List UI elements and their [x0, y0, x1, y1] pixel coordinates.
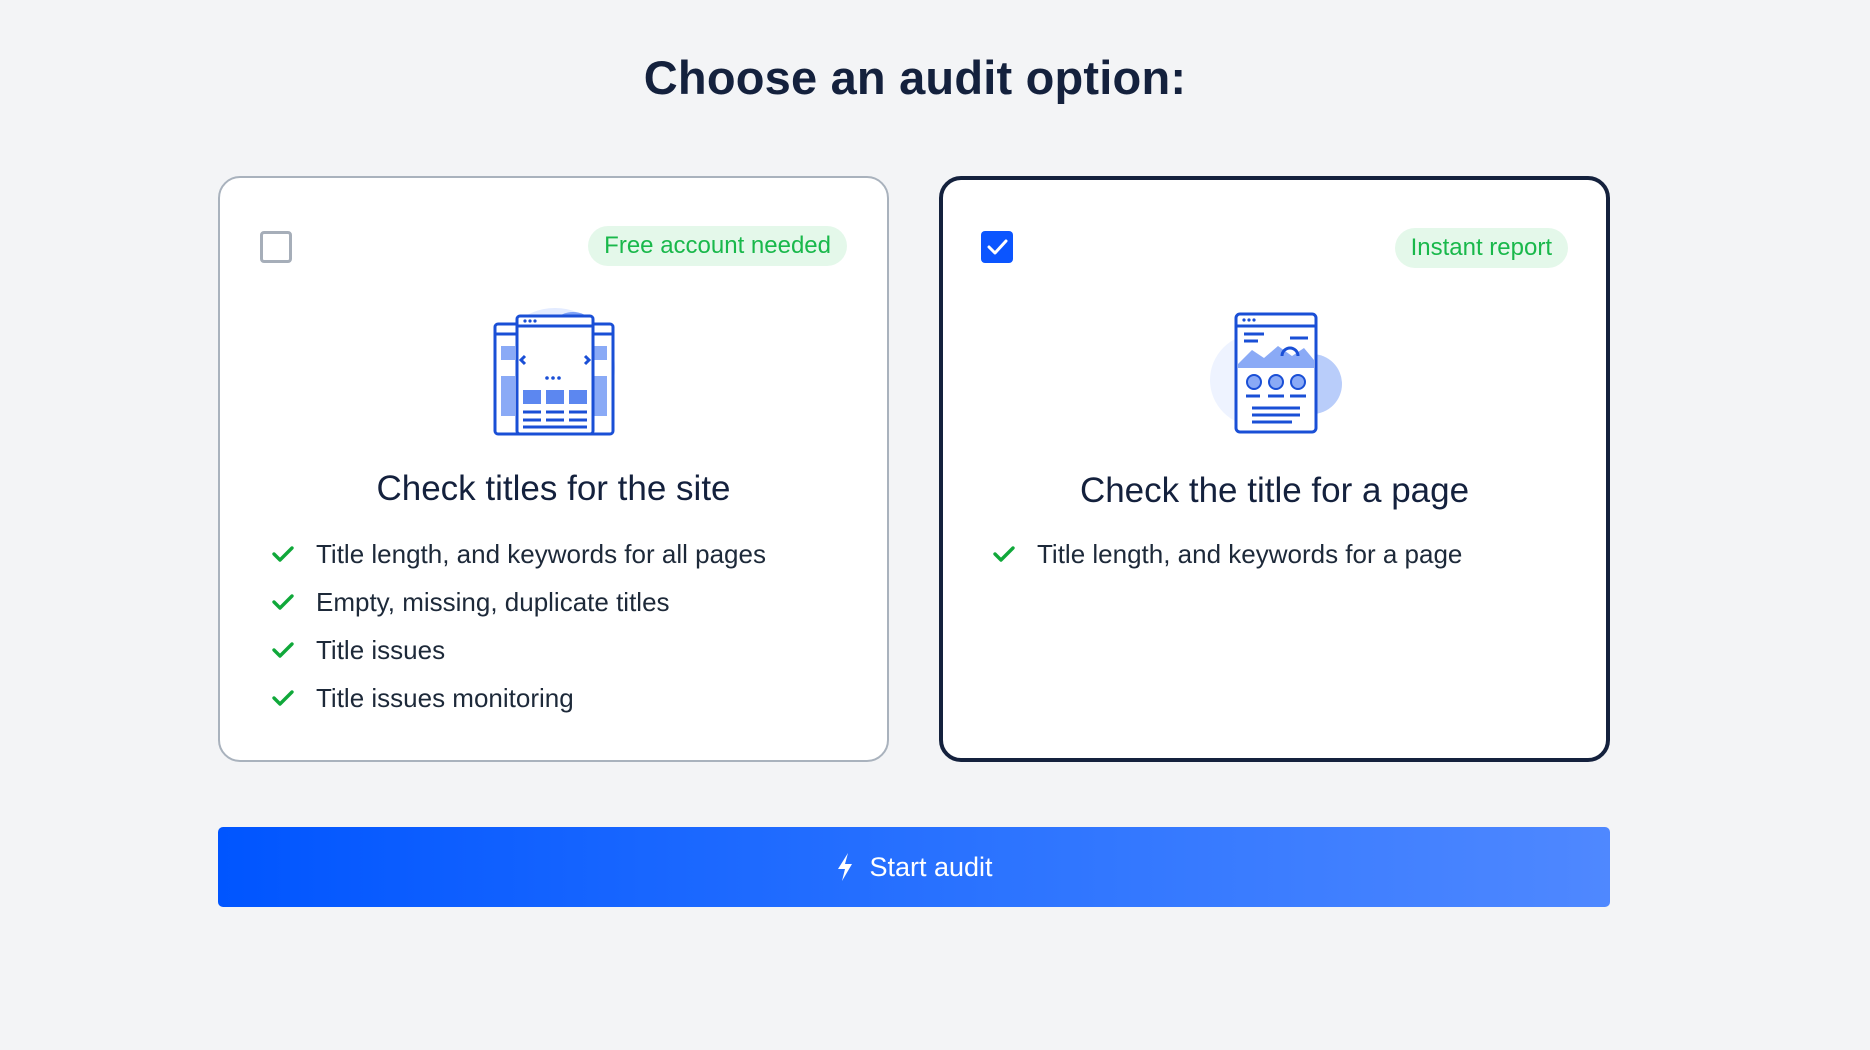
- feature-item: Title length, and keywords for all pages: [270, 530, 766, 578]
- page-title: Choose an audit option:: [643, 51, 1187, 104]
- feature-item: Title issues monitoring: [270, 674, 766, 722]
- start-audit-label: Start audit: [869, 851, 993, 882]
- checkmark-icon: [272, 690, 294, 706]
- feature-item: Title length, and keywords for a page: [991, 530, 1462, 578]
- single-page-illustration-icon: [943, 298, 1606, 448]
- checkbox-check-icon: [987, 239, 1008, 255]
- free-account-badge: Free account needed: [588, 226, 847, 266]
- page-option-checkbox[interactable]: [981, 231, 1013, 263]
- feature-text: Title issues monitoring: [316, 682, 574, 713]
- site-option-checkbox[interactable]: [260, 231, 292, 263]
- page-feature-list: Title length, and keywords for a page: [991, 530, 1462, 578]
- page-option-title: Check the title for a page: [1079, 471, 1470, 510]
- feature-text: Title length, and keywords for a page: [1037, 538, 1463, 569]
- site-pages-illustration-icon: [220, 296, 887, 446]
- feature-text: Title issues: [316, 634, 446, 665]
- checkmark-icon: [272, 594, 294, 610]
- feature-text: Title length, and keywords for all pages: [316, 538, 766, 569]
- instant-report-badge: Instant report: [1394, 228, 1568, 268]
- site-feature-list: Title length, and keywords for all pages…: [270, 530, 766, 722]
- audit-option-site-card[interactable]: Free account needed Check titles for the…: [218, 176, 889, 762]
- checkmark-icon: [993, 546, 1015, 562]
- feature-item: Title issues: [270, 626, 766, 674]
- lightning-bolt-icon: [838, 853, 853, 881]
- checkmark-icon: [272, 642, 294, 658]
- feature-item: Empty, missing, duplicate titles: [270, 578, 766, 626]
- feature-text: Empty, missing, duplicate titles: [316, 586, 670, 617]
- audit-option-page-card[interactable]: Instant report Check the title for a pag…: [939, 176, 1610, 762]
- start-audit-button[interactable]: Start audit: [218, 827, 1610, 907]
- site-option-title: Check titles for the site: [376, 469, 731, 508]
- checkmark-icon: [272, 546, 294, 562]
